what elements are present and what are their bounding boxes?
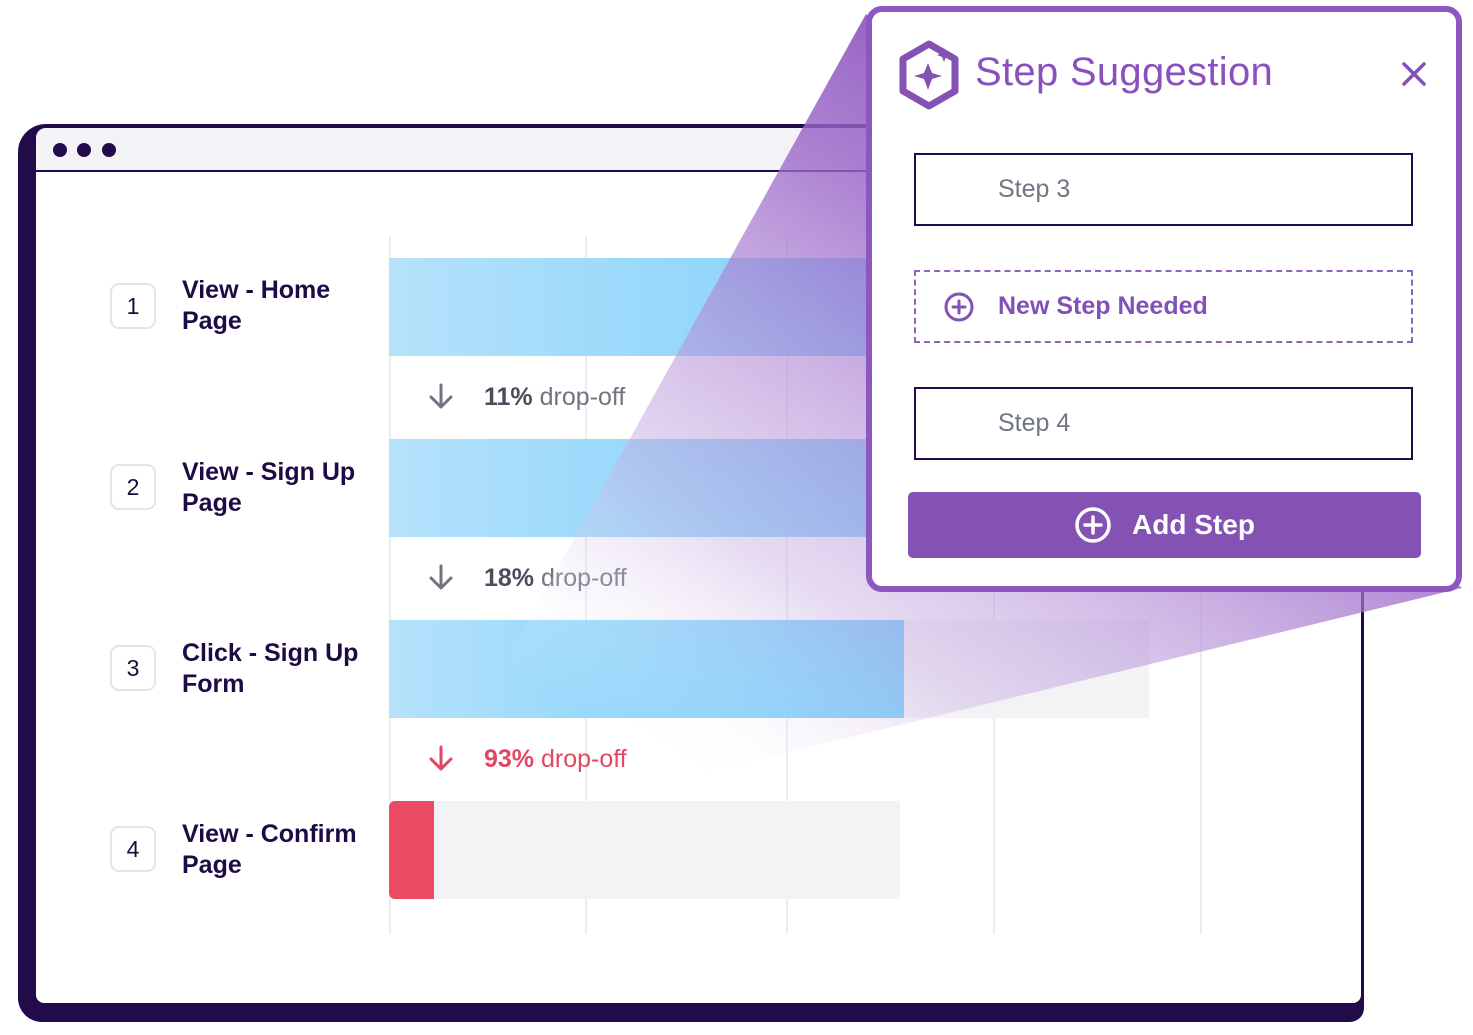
step-number-badge: 1 — [110, 283, 156, 329]
dropoff-suffix: drop-off — [534, 563, 627, 592]
step-field-label: Step 4 — [998, 409, 1071, 437]
funnel-bar[interactable] — [389, 620, 904, 718]
dropoff-percent: 11% — [484, 382, 533, 411]
step-field-next[interactable]: Step 4 — [914, 387, 1413, 460]
arrow-down-icon — [429, 383, 453, 409]
dropoff-indicator: 11% drop-off — [426, 377, 625, 417]
step-number-badge: 2 — [110, 464, 156, 510]
new-step-suggestion[interactable]: New Step Needed — [914, 270, 1413, 343]
step-number: 1 — [126, 292, 140, 319]
step-number-badge: 3 — [110, 645, 156, 691]
add-circle-icon — [944, 292, 974, 321]
arrow-down-icon — [429, 564, 453, 590]
step-suggestion-popup: Step Suggestion Step 3 New Step Needed S… — [866, 6, 1462, 592]
window-dot[interactable] — [77, 143, 91, 157]
dropoff-percent: 93% — [484, 744, 535, 773]
funnel-bar-critical[interactable] — [389, 801, 434, 899]
dropoff-text: 18% drop-off — [484, 564, 627, 593]
step-label: Click - Sign Up Form — [182, 639, 359, 698]
dropoff-indicator-critical: 93% drop-off — [426, 739, 627, 779]
dropoff-suffix: drop-off — [532, 382, 626, 411]
add-step-label: Add Step — [1132, 509, 1255, 540]
step-label: View - Confirm Page — [182, 820, 357, 879]
step-label: View - Sign Up Page — [182, 458, 356, 517]
dropoff-text: 11% drop-off — [484, 383, 625, 412]
add-circle-icon — [1075, 507, 1111, 543]
step-number-badge: 4 — [110, 826, 156, 872]
step-number: 3 — [126, 654, 140, 681]
add-step-button[interactable]: Add Step — [908, 492, 1421, 558]
step-number: 2 — [126, 473, 140, 500]
funnel-bar-track — [389, 801, 900, 899]
step-number: 4 — [126, 835, 140, 862]
dropoff-text: 93% drop-off — [484, 745, 627, 774]
step-field-previous[interactable]: Step 3 — [914, 153, 1413, 226]
step-suggestion-logo-icon — [899, 40, 959, 110]
window-dot[interactable] — [102, 143, 116, 157]
dropoff-percent: 18% — [484, 563, 535, 592]
step-label: View - Home Page — [182, 276, 331, 335]
window-dot[interactable] — [53, 143, 67, 157]
close-icon[interactable] — [1396, 56, 1432, 92]
new-step-label: New Step Needed — [998, 292, 1208, 320]
dropoff-suffix: drop-off — [534, 744, 627, 773]
step-field-label: Step 3 — [998, 175, 1071, 203]
dropoff-indicator: 18% drop-off — [426, 558, 627, 598]
popup-title: Step Suggestion — [975, 50, 1274, 94]
arrow-down-icon — [429, 745, 453, 771]
